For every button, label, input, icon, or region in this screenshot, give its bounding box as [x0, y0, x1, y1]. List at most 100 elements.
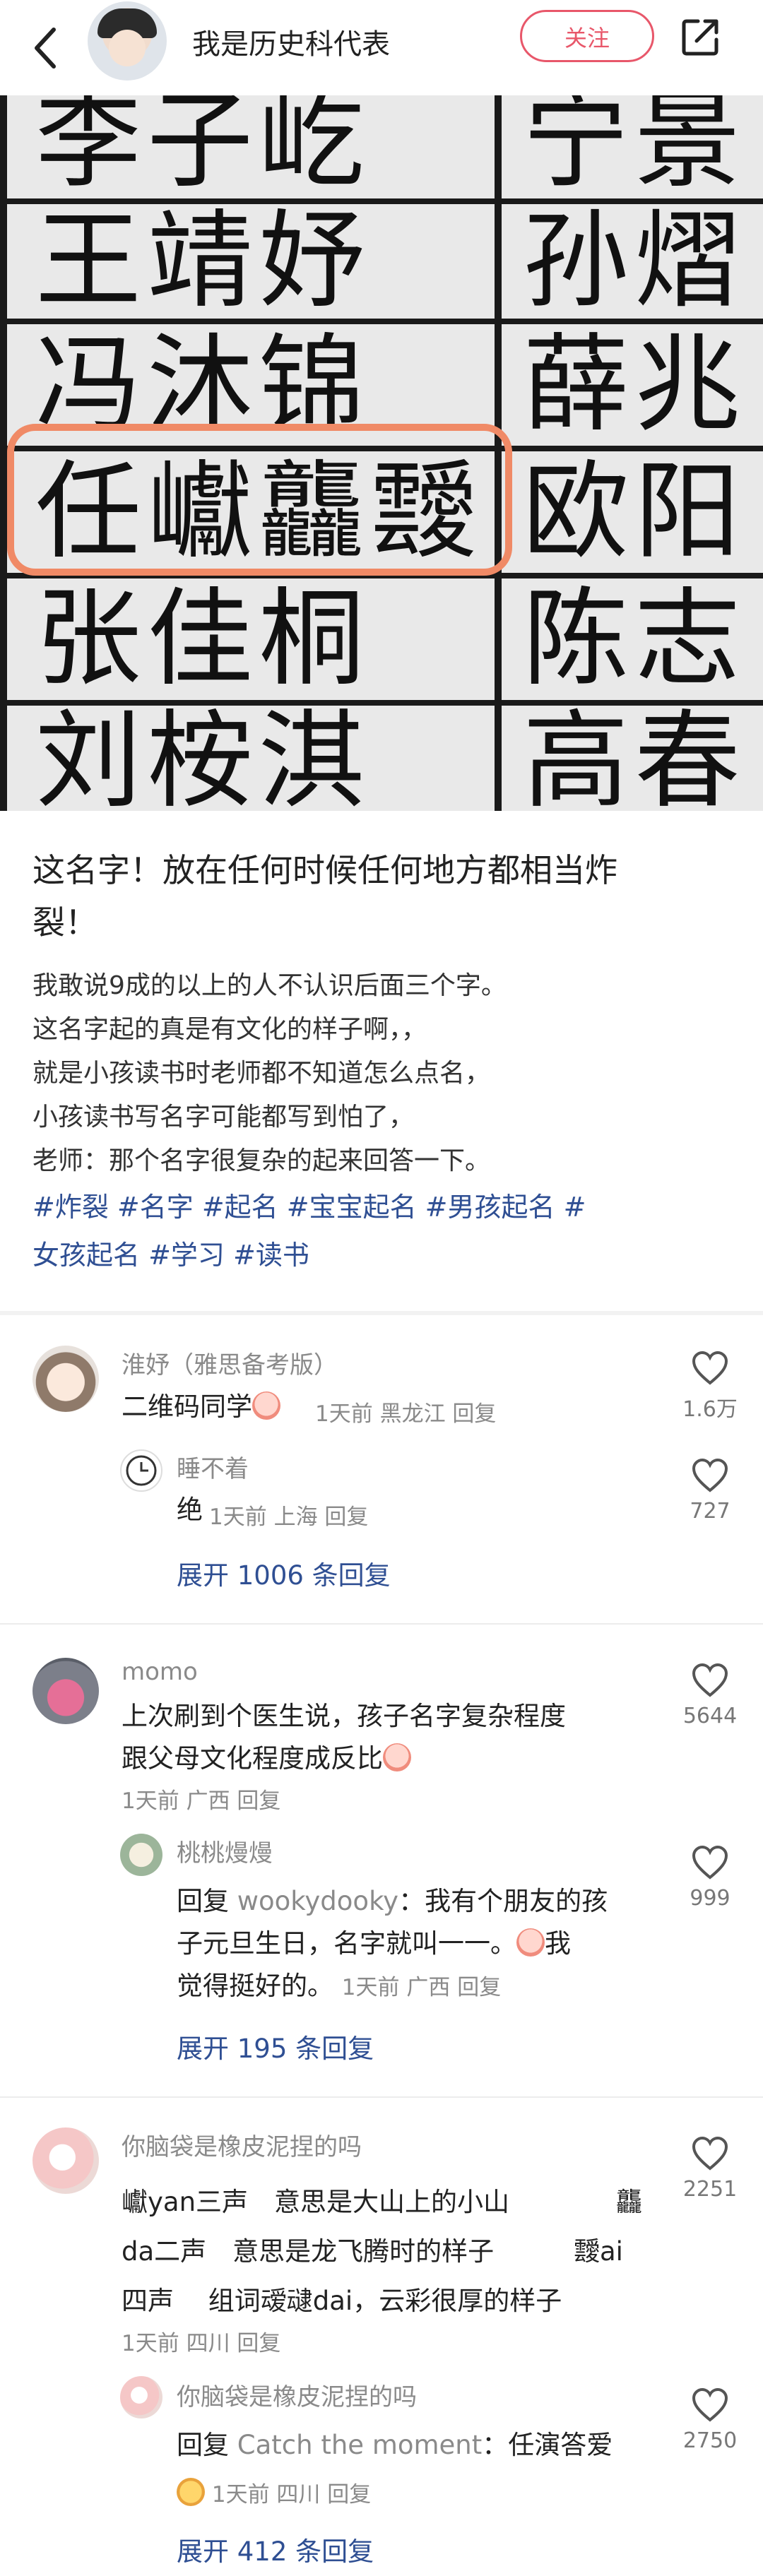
blush-emoji-icon [252, 1391, 280, 1420]
sticker-emoji-icon [177, 2478, 205, 2506]
reply-text-span: ：我有个朋友的孩 [398, 1886, 608, 1916]
commenter-name[interactable]: 你脑袋是橡皮泥捏的吗 [122, 2127, 362, 2162]
like-count: 5644 [682, 1704, 738, 1728]
crying-emoji-icon [383, 1743, 411, 1771]
like-count: 2750 [682, 2428, 738, 2453]
heart-icon [692, 2387, 728, 2422]
comment-text-line: 跟父母文化程度成反比 [122, 1738, 566, 1780]
commenter-avatar[interactable] [32, 2127, 99, 2194]
comment-divider [0, 2096, 763, 2098]
like-button[interactable]: 1.6万 [678, 1351, 742, 1423]
reply-meta-text[interactable]: 1天前 四川 回复 [212, 2482, 371, 2507]
expand-replies-button[interactable]: 展开 195 条回复 [177, 2027, 374, 2065]
comment-text: da二声 意思是龙飞腾时的样子 [122, 2236, 495, 2267]
post-body-line: 这名字起的真是有文化的样子啊，， [32, 1015, 427, 1044]
top-bar: 我是历史科代表 关注 [0, 0, 763, 95]
comment-text: 巘yan三声 意思是大山上的小山 [122, 2187, 510, 2217]
name-cell: 薛兆 [523, 324, 747, 446]
expand-replies-button[interactable]: 展开 1006 条回复 [177, 1554, 391, 1592]
post-title-line: 这名字！放在任何时候任何地方都相当炸 [32, 851, 617, 889]
reply-text: 回复 Catch the moment：任演答爱 [177, 2424, 613, 2467]
comment-meta[interactable]: 1天前 广西 回复 [122, 1783, 280, 1815]
reply-avatar[interactable] [120, 1449, 162, 1492]
reply-meta[interactable]: 1天前 广西 回复 [342, 1975, 501, 2000]
name-cell: 冯沐锦 [35, 324, 371, 446]
reply-avatar[interactable] [120, 1834, 162, 1876]
clock-icon [126, 1455, 157, 1486]
reply-avatar[interactable] [120, 2376, 162, 2418]
reply-name[interactable]: 睡不着 [177, 1449, 249, 1484]
comment-meta[interactable]: 1天前 四川 回复 [122, 2325, 280, 2357]
commenter-avatar[interactable] [32, 1658, 99, 1724]
like-button[interactable]: 2251 [678, 2136, 742, 2202]
post-body-line: 老师：那个名字很复杂的起来回答一下。 [32, 1146, 491, 1175]
like-count: 2251 [682, 2177, 738, 2202]
post-body-line: 我敢说9成的以上的人不认识后面三个字。 [32, 971, 507, 1000]
reply-name[interactable]: 你脑袋是橡皮泥捏的吗 [177, 2378, 417, 2412]
like-button[interactable]: 999 [678, 1845, 742, 1911]
name-cell: 李子屹 [35, 95, 371, 203]
reply-text: 回复 wookydooky：我有个朋友的孩 子元旦生日，名字就叫一一。我 觉得挺… [177, 1880, 608, 2009]
like-count: 727 [690, 1499, 731, 1524]
commenter-name[interactable]: 淮妤（雅思备考版） [122, 1346, 338, 1380]
expand-replies-button[interactable]: 展开 412 条回复 [177, 2530, 374, 2568]
name-cell: 张佳桐 [35, 578, 371, 701]
author-name[interactable]: 我是历史科代表 [192, 21, 390, 62]
commenter-name[interactable]: momo [122, 1658, 198, 1686]
post-image[interactable]: 李子屹 宁景 王靖妤 孙熠 冯沐锦 薛兆 任巘龘靉 欧阳 张佳桐 陈志 刘桉淇 … [0, 95, 763, 811]
reply-to-user[interactable]: wookydooky [237, 1886, 398, 1916]
reply-to-user[interactable]: Catch the moment [237, 2430, 483, 2460]
reply-text-span: 子元旦生日，名字就叫一一。 [177, 1928, 516, 1959]
name-cell: 陈志 [523, 578, 747, 701]
comment-text: 二维码同学 [122, 1386, 280, 1428]
name-cell: 孙熠 [523, 200, 747, 323]
heart-icon [692, 2136, 728, 2171]
reply-prefix: 回复 [177, 1886, 229, 1916]
reply-name[interactable]: 桃桃熳熳 [177, 1834, 273, 1868]
post-title: 这名字！放在任何时候任何地方都相当炸 裂！ [32, 844, 732, 949]
post-body-line: 就是小孩读书时老师都不知道怎么点名， [32, 1059, 491, 1088]
reply-text-span: 我 [545, 1928, 571, 1959]
crying-emoji-icon [516, 1928, 545, 1957]
comment-text: 龘 [616, 2187, 642, 2217]
like-button[interactable]: 2750 [678, 2387, 742, 2453]
post-content: 这名字！放在任何时候任何地方都相当炸 裂！ 我敢说9成的以上的人不认识后面三个字… [32, 844, 732, 1279]
hashtag-line[interactable]: #炸裂 #名字 #起名 #宝宝起名 #男孩起名 # [32, 1183, 732, 1231]
follow-button[interactable]: 关注 [520, 10, 654, 62]
highlight-circle [7, 424, 512, 576]
reply-meta[interactable]: 1天前 上海 回复 [209, 1499, 368, 1531]
author-avatar[interactable] [88, 1, 167, 81]
name-cell: 宁景 [523, 95, 747, 203]
like-button[interactable]: 5644 [678, 1663, 742, 1728]
heart-icon [692, 1458, 728, 1492]
comment-text: 靉ai [574, 2236, 623, 2267]
comment-text: 上次刷到个医生说，孩子名字复杂程度 跟父母文化程度成反比 [122, 1695, 566, 1780]
like-button[interactable]: 727 [678, 1458, 742, 1524]
name-cell: 欧阳 [523, 451, 747, 574]
comment-text: 四声 组词叆叇dai，云彩很厚的样子 [122, 2286, 562, 2316]
reply-prefix: 回复 [177, 2430, 229, 2460]
commenter-avatar[interactable] [32, 1346, 99, 1412]
comment-text-span: 二维码同学 [122, 1391, 252, 1422]
reply-text-line: 子元旦生日，名字就叫一一。我 [177, 1923, 608, 1965]
comment-divider [0, 1623, 763, 1625]
reply-text-line: 回复 wookydooky：我有个朋友的孩 [177, 1880, 608, 1923]
comment-meta[interactable]: 1天前 黑龙江 回复 [315, 1396, 496, 1428]
post-body: 我敢说9成的以上的人不认识后面三个字。 这名字起的真是有文化的样子啊，， 就是小… [32, 964, 732, 1183]
reply-text-span: ：任演答爱 [482, 2430, 613, 2460]
hashtag-line[interactable]: 女孩起名 #学习 #读书 [32, 1231, 732, 1279]
section-divider [0, 1311, 763, 1315]
post-title-line: 裂！ [32, 903, 97, 942]
reply-meta[interactable]: 1天前 四川 回复 [177, 2476, 371, 2508]
reply-text-span: 觉得挺好的。 [177, 1971, 333, 2001]
name-cell: 高春 [523, 700, 747, 811]
name-cell: 刘桉淇 [35, 700, 371, 811]
post-body-line: 小孩读书写名字可能都写到怕了， [32, 1103, 415, 1132]
back-arrow-icon[interactable] [25, 20, 68, 76]
reply-text: 绝 [177, 1495, 203, 1525]
share-icon[interactable] [680, 16, 722, 58]
hashtag-list[interactable]: #炸裂 #名字 #起名 #宝宝起名 #男孩起名 # 女孩起名 #学习 #读书 [32, 1183, 732, 1279]
heart-icon [692, 1845, 728, 1880]
like-count: 999 [690, 1886, 731, 1911]
heart-icon [692, 1351, 728, 1385]
